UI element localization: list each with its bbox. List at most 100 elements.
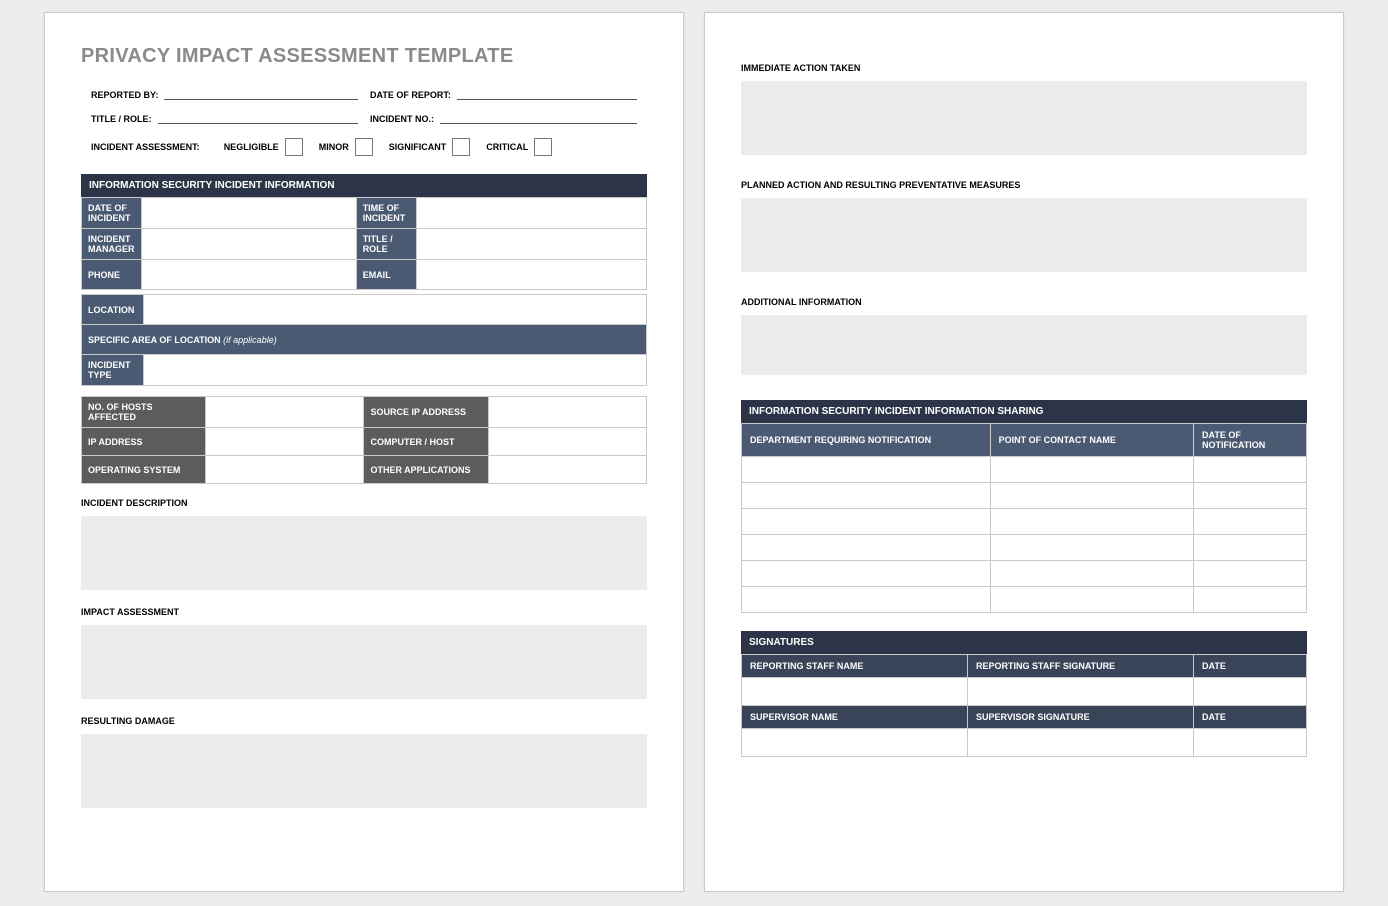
sharing-dept-cell[interactable] (742, 561, 991, 587)
time-of-incident-value[interactable] (416, 198, 646, 229)
supervisor-sig-label: SUPERVISOR SIGNATURE (968, 706, 1194, 729)
phone-value[interactable] (142, 260, 357, 290)
additional-info-input[interactable] (741, 315, 1307, 375)
os-value[interactable] (206, 456, 364, 484)
reporting-date-value[interactable] (1194, 678, 1307, 706)
source-ip-label: SOURCE IP ADDRESS (364, 397, 488, 428)
sharing-contact-cell[interactable] (990, 535, 1193, 561)
date-of-report-label: DATE OF REPORT: (370, 90, 451, 100)
source-ip-value[interactable] (488, 397, 646, 428)
page-2: IMMEDIATE ACTION TAKEN PLANNED ACTION AN… (704, 12, 1344, 892)
sharing-date-cell[interactable] (1193, 587, 1306, 613)
additional-info-label: ADDITIONAL INFORMATION (741, 297, 1307, 307)
assessment-negligible-label: NEGLIGIBLE (224, 142, 279, 152)
sharing-col-department: DEPARTMENT REQUIRING NOTIFICATION (742, 424, 991, 457)
assessment-significant-label: SIGNIFICANT (389, 142, 447, 152)
incident-manager-value[interactable] (142, 229, 357, 260)
time-of-incident-label: TIME OF INCIDENT (356, 198, 416, 229)
incident-assessment-row: INCIDENT ASSESSMENT: NEGLIGIBLE MINOR SI… (91, 138, 637, 156)
sharing-col-date: DATE OF NOTIFICATION (1193, 424, 1306, 457)
incident-manager-label: INCIDENT MANAGER (82, 229, 142, 260)
supervisor-name-value[interactable] (742, 729, 968, 757)
signatures-date-label-2: DATE (1194, 706, 1307, 729)
supervisor-date-value[interactable] (1194, 729, 1307, 757)
incident-description-input[interactable] (81, 516, 647, 590)
incident-no-label: INCIDENT NO.: (370, 114, 434, 124)
table-row (742, 457, 1307, 483)
supervisor-name-label: SUPERVISOR NAME (742, 706, 968, 729)
location-value[interactable] (144, 295, 647, 325)
assessment-negligible-checkbox[interactable] (285, 138, 303, 156)
date-of-incident-label: DATE OF INCIDENT (82, 198, 142, 229)
assessment-significant: SIGNIFICANT (389, 138, 471, 156)
sharing-table: DEPARTMENT REQUIRING NOTIFICATION POINT … (741, 423, 1307, 613)
date-of-report-input[interactable] (457, 86, 637, 100)
incident-info-table-2: LOCATION SPECIFIC AREA OF LOCATION (if a… (81, 294, 647, 386)
email-value[interactable] (416, 260, 646, 290)
computer-host-value[interactable] (488, 428, 646, 456)
sharing-contact-cell[interactable] (990, 457, 1193, 483)
sharing-date-cell[interactable] (1193, 561, 1306, 587)
assessment-significant-checkbox[interactable] (452, 138, 470, 156)
sharing-date-cell[interactable] (1193, 509, 1306, 535)
technical-info-table: NO. OF HOSTS AFFECTED SOURCE IP ADDRESS … (81, 396, 647, 484)
sharing-section-title: INFORMATION SECURITY INCIDENT INFORMATIO… (741, 400, 1307, 423)
table-row (742, 509, 1307, 535)
sharing-dept-cell[interactable] (742, 587, 991, 613)
incident-type-value[interactable] (144, 355, 647, 386)
planned-action-input[interactable] (741, 198, 1307, 272)
signatures-date-label-1: DATE (1194, 655, 1307, 678)
reporting-name-label: REPORTING STAFF NAME (742, 655, 968, 678)
sharing-date-cell[interactable] (1193, 483, 1306, 509)
sharing-date-cell[interactable] (1193, 535, 1306, 561)
hosts-affected-value[interactable] (206, 397, 364, 428)
impact-assessment-input[interactable] (81, 625, 647, 699)
sharing-dept-cell[interactable] (742, 483, 991, 509)
planned-action-label: PLANNED ACTION AND RESULTING PREVENTATIV… (741, 180, 1307, 190)
immediate-action-label: IMMEDIATE ACTION TAKEN (741, 63, 1307, 73)
reported-by-input[interactable] (164, 86, 358, 100)
hosts-affected-label: NO. OF HOSTS AFFECTED (82, 397, 206, 428)
assessment-critical-checkbox[interactable] (534, 138, 552, 156)
sharing-contact-cell[interactable] (990, 509, 1193, 535)
signatures-table: REPORTING STAFF NAME REPORTING STAFF SIG… (741, 654, 1307, 757)
title-role-input[interactable] (158, 110, 359, 124)
incident-description-label: INCIDENT DESCRIPTION (81, 498, 647, 508)
specific-area-note: (if applicable) (221, 335, 277, 345)
sharing-dept-cell[interactable] (742, 509, 991, 535)
sharing-dept-cell[interactable] (742, 457, 991, 483)
incident-info-table: DATE OF INCIDENT TIME OF INCIDENT INCIDE… (81, 197, 647, 290)
sharing-contact-cell[interactable] (990, 587, 1193, 613)
location-label: LOCATION (82, 295, 144, 325)
reporting-sig-value[interactable] (968, 678, 1194, 706)
os-label: OPERATING SYSTEM (82, 456, 206, 484)
document-title: PRIVACY IMPACT ASSESSMENT TEMPLATE (81, 45, 647, 68)
sharing-table-body (742, 457, 1307, 613)
other-apps-value[interactable] (488, 456, 646, 484)
sharing-contact-cell[interactable] (990, 483, 1193, 509)
info-title-role-label: TITLE / ROLE (356, 229, 416, 260)
sharing-contact-cell[interactable] (990, 561, 1193, 587)
assessment-minor-label: MINOR (319, 142, 349, 152)
info-title-role-value[interactable] (416, 229, 646, 260)
immediate-action-input[interactable] (741, 81, 1307, 155)
reported-by-label: REPORTED BY: (91, 90, 158, 100)
table-row (742, 483, 1307, 509)
ip-address-value[interactable] (206, 428, 364, 456)
table-row (742, 587, 1307, 613)
email-label: EMAIL (356, 260, 416, 290)
page-1: PRIVACY IMPACT ASSESSMENT TEMPLATE REPOR… (44, 12, 684, 892)
assessment-minor-checkbox[interactable] (355, 138, 373, 156)
other-apps-label: OTHER APPLICATIONS (364, 456, 488, 484)
sharing-date-cell[interactable] (1193, 457, 1306, 483)
ip-address-label: IP ADDRESS (82, 428, 206, 456)
supervisor-sig-value[interactable] (968, 729, 1194, 757)
date-of-incident-value[interactable] (142, 198, 357, 229)
reporting-name-value[interactable] (742, 678, 968, 706)
sharing-col-contact: POINT OF CONTACT NAME (990, 424, 1193, 457)
incident-type-label: INCIDENT TYPE (82, 355, 144, 386)
incident-no-input[interactable] (440, 110, 637, 124)
reporting-sig-label: REPORTING STAFF SIGNATURE (968, 655, 1194, 678)
sharing-dept-cell[interactable] (742, 535, 991, 561)
resulting-damage-input[interactable] (81, 734, 647, 808)
